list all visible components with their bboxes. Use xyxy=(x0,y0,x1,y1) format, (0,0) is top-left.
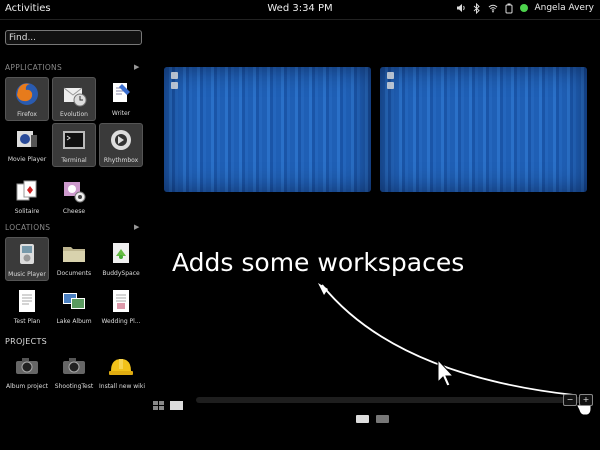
mouse-pointer-icon xyxy=(437,358,455,387)
add-workspace-button[interactable]: + xyxy=(579,394,593,406)
single-view-icon xyxy=(170,401,183,410)
workspace-scrollbar[interactable] xyxy=(196,397,588,403)
workspace-indicator-2[interactable] xyxy=(376,415,389,423)
remove-workspace-button[interactable]: − xyxy=(563,394,577,406)
workspace-indicator-1[interactable] xyxy=(356,415,369,423)
single-view-button[interactable] xyxy=(170,396,184,415)
grid-view-button[interactable] xyxy=(153,396,166,415)
annotation-arrow xyxy=(321,284,575,396)
grid-view-icon xyxy=(153,401,164,410)
annotation-overlay xyxy=(318,283,592,416)
annotation-arrowhead xyxy=(318,283,328,295)
